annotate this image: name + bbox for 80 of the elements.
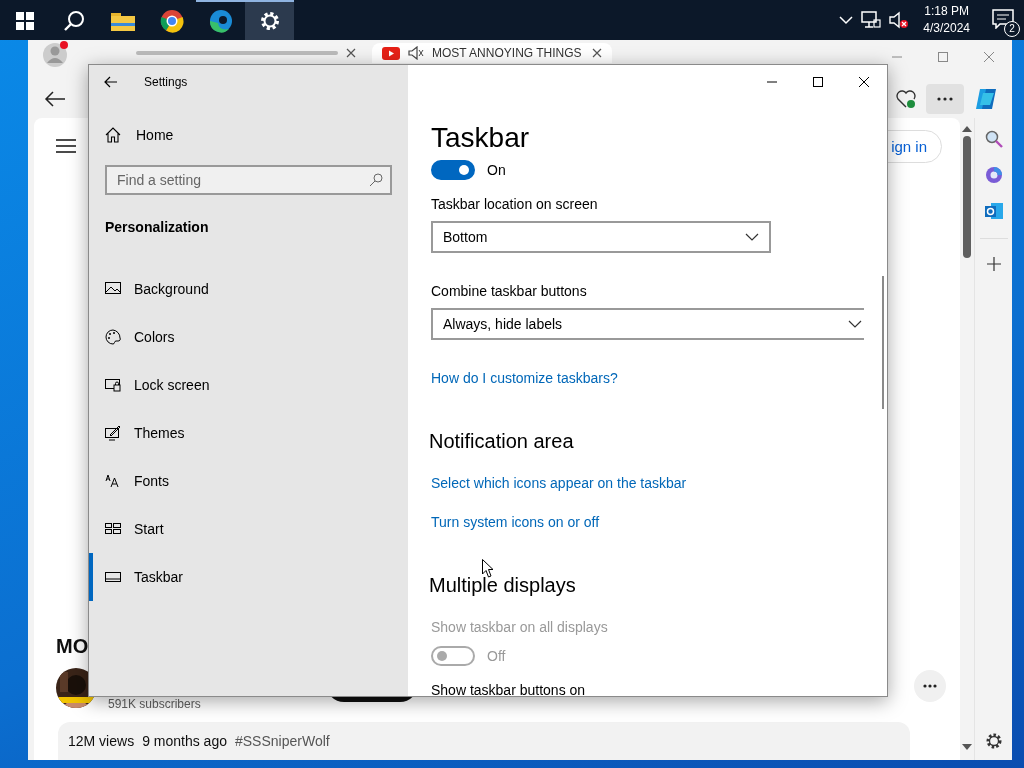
taskbar-app-button[interactable]: [245, 0, 294, 40]
chevron-up-icon[interactable]: [839, 15, 854, 25]
picture-frame-icon: [105, 281, 121, 297]
gear-icon: [258, 10, 281, 32]
dropdown-value: Always, hide labels: [443, 316, 563, 332]
muted-speaker-icon[interactable]: [408, 46, 424, 60]
help-link[interactable]: How do I customize taskbars?: [431, 368, 618, 388]
close-icon[interactable]: [346, 48, 356, 58]
dropdown-value: Bottom: [443, 229, 488, 245]
dropdown[interactable]: Always, hide labels: [431, 308, 864, 340]
nav-item[interactable]: Colors: [89, 313, 408, 361]
hashtag-link[interactable]: #SSSniperWolf: [235, 733, 330, 749]
dropdown[interactable]: Bottom: [431, 221, 771, 253]
help-link[interactable]: Select which icons appear on the taskbar: [431, 473, 687, 493]
clock-time[interactable]: 1:18 PM: [924, 3, 969, 20]
section-heading: Notification area: [429, 429, 574, 454]
home-link[interactable]: Home: [105, 127, 408, 143]
lock-screen-icon: [105, 377, 121, 393]
chevron-down-icon: [848, 320, 862, 328]
palette-icon: [105, 329, 121, 345]
clock-date[interactable]: 4/3/2024: [923, 20, 970, 37]
tab-title: MOST ANNOYING THINGS: [432, 46, 582, 60]
help-link[interactable]: Turn system icons on or off: [431, 512, 600, 532]
edge-icon: [208, 9, 233, 33]
toggle-state-label: On: [487, 162, 506, 178]
section-heading: MO: [56, 634, 89, 658]
nav-item[interactable]: Fonts: [89, 457, 408, 505]
more-icon: [923, 684, 937, 688]
profile-avatar-icon[interactable]: [42, 40, 70, 68]
upload-age: 9 months ago: [142, 733, 227, 749]
search-icon: [369, 173, 383, 187]
setting-label: Show taskbar buttons on: [431, 681, 586, 696]
home-icon: [105, 127, 121, 143]
muted-speaker-icon[interactable]: [889, 11, 910, 29]
settings-icon[interactable]: [984, 732, 1003, 750]
search-field[interactable]: Find a setting: [105, 165, 392, 195]
scrollbar-thumb[interactable]: [963, 136, 971, 258]
browser-tab[interactable]: MOST ANNOYING THINGS: [372, 43, 612, 63]
maximize-icon[interactable]: [813, 77, 823, 87]
nav-item[interactable]: Start: [89, 505, 408, 553]
scrollbar[interactable]: [882, 276, 884, 409]
fonts-icon: [105, 473, 121, 489]
more-icon: [937, 97, 953, 101]
setting-label: Taskbar location on screen: [431, 195, 598, 214]
toggle-state-label: Off: [487, 648, 506, 664]
setting-label: Show taskbar on all displays: [431, 618, 608, 637]
windows-logo-icon: [15, 12, 34, 30]
subscriber-count: 591K subscribers: [108, 698, 201, 711]
paintbrush-monitor-icon: [105, 425, 121, 441]
folder-icon: [110, 11, 135, 31]
nav-item[interactable]: Background: [89, 265, 408, 313]
back-arrow-icon[interactable]: [44, 91, 66, 107]
tiles-icon: [105, 521, 121, 537]
page-title: Taskbar: [431, 121, 530, 155]
close-icon[interactable]: [592, 48, 602, 58]
menu-icon[interactable]: [56, 139, 76, 153]
view-count: 12M views: [68, 733, 135, 749]
search-icon: [62, 10, 85, 32]
mail-app-icon[interactable]: [984, 202, 1003, 220]
network-icon[interactable]: [861, 11, 882, 29]
window-title: Settings: [144, 75, 188, 89]
scroll-down-icon[interactable]: [962, 744, 972, 750]
section-title: Personalization: [105, 219, 210, 235]
taskbar-icon: [105, 569, 121, 585]
nav-item[interactable]: Lock screen: [89, 361, 408, 409]
setting-label: Combine taskbar buttons: [431, 282, 587, 301]
chevron-down-icon: [745, 233, 759, 241]
scroll-up-icon[interactable]: [962, 126, 972, 132]
mouse-cursor-icon: [482, 559, 494, 578]
more-actions-button[interactable]: [914, 670, 946, 702]
video-logo-icon: [382, 46, 400, 60]
chrome-icon: [159, 9, 184, 33]
notification-count-badge: 2: [1004, 21, 1020, 37]
back-arrow-icon[interactable]: [104, 76, 118, 88]
toggle-switch[interactable]: [431, 160, 475, 180]
nav-item[interactable]: Themes: [89, 409, 408, 457]
close-icon[interactable]: [859, 77, 869, 87]
section-heading: Multiple displays: [429, 573, 576, 598]
plus-icon[interactable]: [986, 257, 1001, 271]
search-icon[interactable]: [984, 130, 1003, 148]
